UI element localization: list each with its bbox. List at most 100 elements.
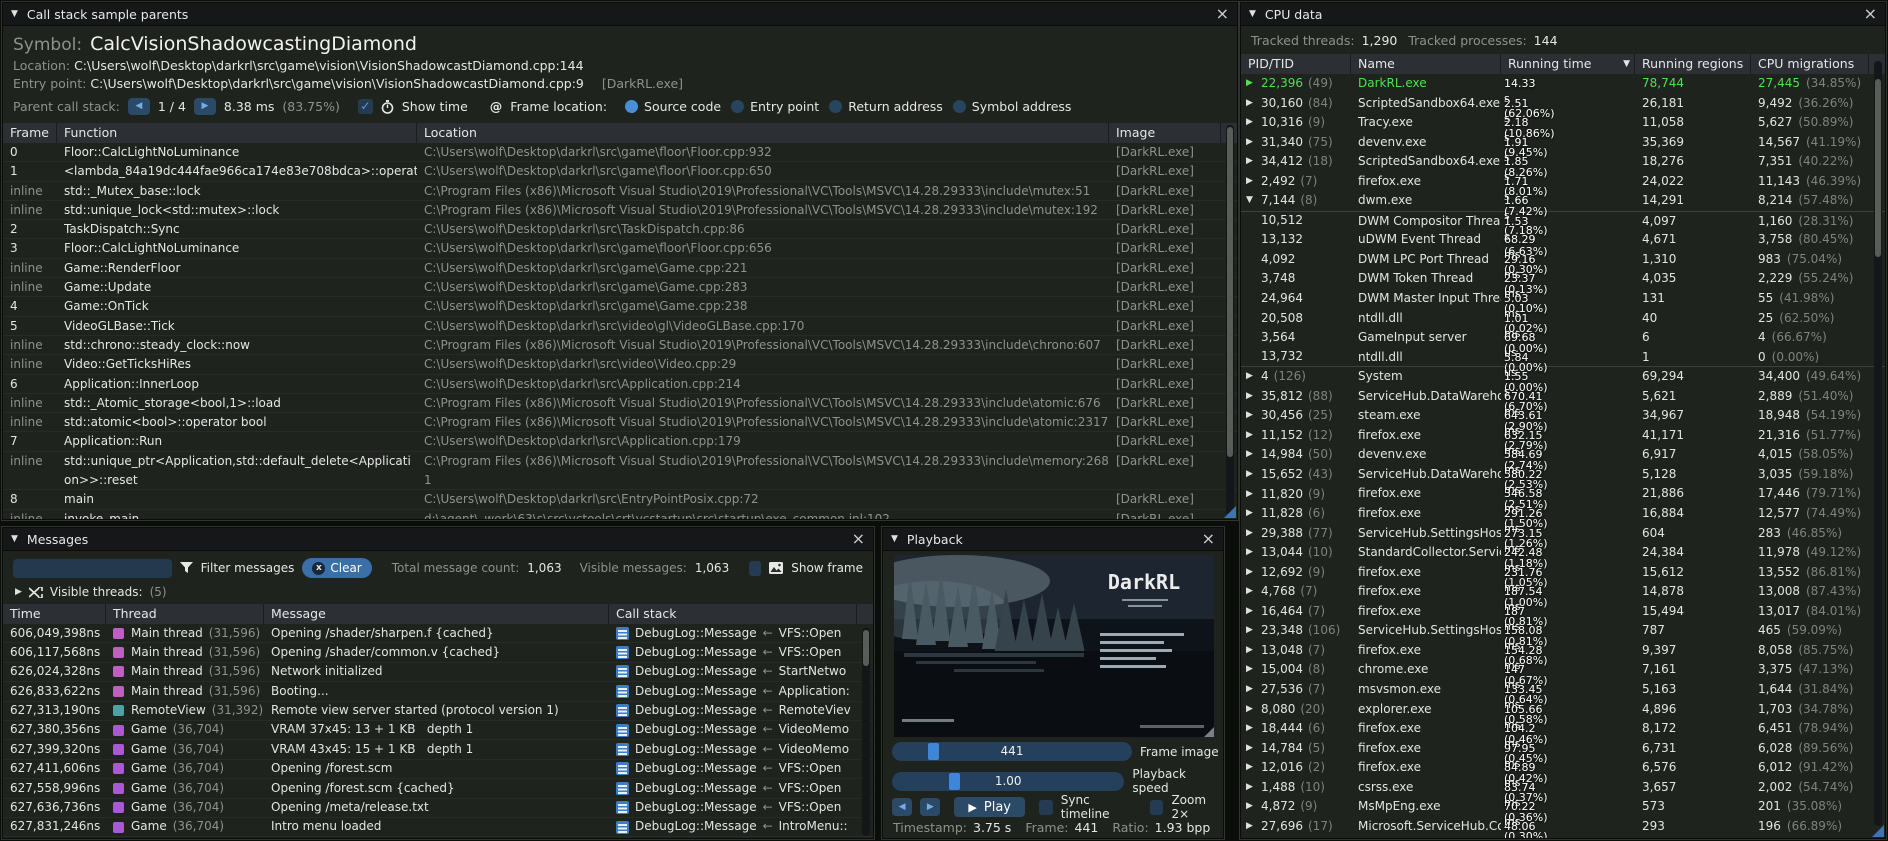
- function-name[interactable]: Application::Run: [57, 432, 417, 450]
- col-image[interactable]: Image: [1109, 123, 1221, 143]
- message-row[interactable]: 606,117,568ns Main thread (31,596) Openi…: [3, 643, 873, 662]
- radio-label[interactable]: Source code: [644, 99, 721, 114]
- cpu-process-row[interactable]: ▶ 11,828 (6) firefox.exe 291.26 ms (1.26…: [1241, 504, 1885, 524]
- source-location[interactable]: C:\Users\wolf\Desktop\darkrl\src\game\Ga…: [417, 259, 1109, 277]
- pid-cell[interactable]: ▶ 22,396 (49): [1241, 74, 1351, 94]
- callstack-table-row[interactable]: inline Video::GetTicksHiRes C:\Users\wol…: [3, 355, 1237, 374]
- callstack-table-row[interactable]: inline std::unique_ptr<Application,std::…: [3, 452, 1237, 491]
- function-name[interactable]: std::atomic<bool>::operator bool: [57, 413, 417, 431]
- expand-arrow-icon[interactable]: ▶: [1246, 133, 1261, 153]
- frame-location-radio[interactable]: Return address: [829, 99, 943, 114]
- entry-path[interactable]: C:\Users\wolf\Desktop\darkrl\src\game\vi…: [90, 76, 584, 91]
- callstack-table-row[interactable]: 0 Floor::CalcLightNoLuminance C:\Users\w…: [3, 143, 1237, 162]
- callstack-table-row[interactable]: 2 TaskDispatch::Sync C:\Users\wolf\Deskt…: [3, 220, 1237, 239]
- cpu-process-row[interactable]: ▶ 35,812 (88) ServiceHub.DataWarehou 670…: [1241, 387, 1885, 407]
- close-icon[interactable]: ×: [852, 531, 865, 547]
- source-location[interactable]: C:\Users\wolf\Desktop\darkrl\src\game\fl…: [417, 239, 1109, 257]
- pid-cell[interactable]: 4,092: [1241, 250, 1351, 270]
- pid-cell[interactable]: ▶ 2,492 (7): [1241, 172, 1351, 192]
- callstack-list-icon[interactable]: [616, 801, 629, 814]
- expand-arrow-icon[interactable]: ▶: [1246, 602, 1261, 622]
- col-message[interactable]: Message: [264, 604, 609, 624]
- pid-cell[interactable]: 3,748: [1241, 269, 1351, 289]
- callstack-list-icon[interactable]: [616, 685, 629, 698]
- function-name[interactable]: Game::RenderFloor: [57, 259, 417, 277]
- function-name[interactable]: <lambda_84a19dc444fae966ca174e83e708bdca…: [57, 162, 417, 180]
- callstack-cell[interactable]: DebugLog::Message ← StartNetwo: [609, 662, 857, 681]
- callstack-cell[interactable]: DebugLog::Message ← VFS::Open: [609, 643, 857, 662]
- callstack-cell[interactable]: DebugLog::Message ← VFS::Open: [609, 759, 857, 778]
- resize-grip[interactable]: [1872, 825, 1884, 837]
- source-location[interactable]: C:\Program Files (x86)\Microsoft Visual …: [417, 336, 1109, 354]
- source-location[interactable]: C:\Users\wolf\Desktop\darkrl\src\Applica…: [417, 375, 1109, 393]
- collapse-arrow-icon[interactable]: ▼: [891, 534, 898, 544]
- callstack-cell[interactable]: DebugLog::Message ← RemoteViev: [609, 701, 857, 720]
- function-name[interactable]: std::unique_lock<std::mutex>::lock: [57, 201, 417, 219]
- function-name[interactable]: std::_Atomic_storage<bool,1>::load: [57, 394, 417, 412]
- cpu-process-row[interactable]: ▶ 8,080 (20) explorer.exe 105.66 ms (0.4…: [1241, 700, 1885, 720]
- expand-arrow-icon[interactable]: ▶: [1246, 582, 1261, 602]
- close-icon[interactable]: ×: [1216, 6, 1229, 22]
- messages-titlebar[interactable]: ▼ Messages ×: [3, 528, 873, 551]
- callstack-cell[interactable]: DebugLog::Message ← VideoMemo: [609, 720, 857, 739]
- message-row[interactable]: 627,831,246ns Game (36,704) Intro menu l…: [3, 818, 873, 837]
- pid-cell[interactable]: ▶ 15,004 (8): [1241, 660, 1351, 680]
- show-frame-label[interactable]: Show frame: [791, 561, 863, 575]
- callstack-table-row[interactable]: inline std::chrono::steady_clock::now C:…: [3, 336, 1237, 355]
- source-location[interactable]: C:\Users\wolf\Desktop\darkrl\src\video\g…: [417, 317, 1109, 335]
- pid-cell[interactable]: ▶ 27,536 (7): [1241, 680, 1351, 700]
- cpu-process-row[interactable]: ▶ 12,692 (9) firefox.exe 231.76 ms (1.00…: [1241, 563, 1885, 583]
- expand-arrow-icon[interactable]: ▶: [1246, 719, 1261, 739]
- prev-callstack-button[interactable]: ◀: [128, 98, 150, 115]
- pid-cell[interactable]: 13,132: [1241, 230, 1351, 250]
- cpu-process-row[interactable]: ▶ 13,044 (10) StandardCollector.Servic 2…: [1241, 543, 1885, 563]
- pid-cell[interactable]: ▼ 7,144 (8): [1241, 191, 1351, 211]
- pid-cell[interactable]: ▶ 8,080 (20): [1241, 700, 1351, 720]
- step-back-button[interactable]: ◀: [892, 798, 912, 816]
- pid-cell[interactable]: ▶ 13,044 (10): [1241, 543, 1351, 563]
- collapse-arrow-icon[interactable]: ▼: [11, 9, 18, 19]
- cpu-titlebar[interactable]: ▼ CPU data ×: [1241, 3, 1885, 26]
- pid-cell[interactable]: ▶ 30,456 (25): [1241, 406, 1351, 426]
- callstack-table-row[interactable]: 3 Floor::CalcLightNoLuminance C:\Users\w…: [3, 239, 1237, 258]
- callstack-table-row[interactable]: 4 Game::OnTick C:\Users\wolf\Desktop\dar…: [3, 297, 1237, 316]
- pid-cell[interactable]: ▶ 34,412 (18): [1241, 152, 1351, 172]
- pid-cell[interactable]: ▶ 14,784 (5): [1241, 739, 1351, 759]
- callstack-table-row[interactable]: inline Game::Update C:\Users\wolf\Deskto…: [3, 278, 1237, 297]
- pid-cell[interactable]: ▶ 13,048 (7): [1241, 641, 1351, 661]
- callstack-list-icon[interactable]: [616, 821, 629, 834]
- pid-cell[interactable]: ▶ 27,696 (17): [1241, 817, 1351, 837]
- callstack-cell[interactable]: DebugLog::Message ← VFS::Open: [609, 779, 857, 798]
- col-frame[interactable]: Frame: [3, 123, 57, 143]
- col-name[interactable]: Name: [1351, 54, 1501, 74]
- expand-arrow-icon[interactable]: ▶: [1246, 524, 1261, 544]
- pid-cell[interactable]: ▶ 31,340 (75): [1241, 133, 1351, 153]
- cpu-process-row[interactable]: ▶ 11,152 (12) firefox.exe 632.15 ms (2.7…: [1241, 426, 1885, 446]
- expand-arrow-icon[interactable]: ▶: [1246, 641, 1261, 661]
- cpu-process-row[interactable]: ▶ 16,464 (7) firefox.exe 187 ms (0.81%) …: [1241, 602, 1885, 622]
- cpu-process-row[interactable]: ▶ 4,768 (7) firefox.exe 187.54 ms (0.81%…: [1241, 582, 1885, 602]
- callstack-table-row[interactable]: 5 VideoGLBase::Tick C:\Users\wolf\Deskto…: [3, 317, 1237, 336]
- source-location[interactable]: C:\Users\wolf\Desktop\darkrl\src\TaskDis…: [417, 220, 1109, 238]
- source-location[interactable]: C:\Program Files (x86)\Microsoft Visual …: [417, 182, 1109, 200]
- expand-arrow-icon[interactable]: ▶: [1246, 660, 1261, 680]
- callstack-table-row[interactable]: inline std::unique_lock<std::mutex>::loc…: [3, 201, 1237, 220]
- expand-arrow-icon[interactable]: ▶: [1246, 445, 1261, 465]
- function-name[interactable]: std::chrono::steady_clock::now: [57, 336, 417, 354]
- cpu-process-row[interactable]: ▶ 14,984 (50) devenv.exe 584.69 ms (2.53…: [1241, 445, 1885, 465]
- callstack-list-icon[interactable]: [616, 782, 629, 795]
- col-callstack[interactable]: Call stack: [609, 604, 857, 624]
- cpu-process-row[interactable]: ▶ 4 (126) System 1.55 s (6.70%) 69,294 3…: [1241, 367, 1885, 387]
- function-name[interactable]: Application::InnerLoop: [57, 375, 417, 393]
- pid-cell[interactable]: ▶ 4 (126): [1241, 367, 1351, 387]
- expand-arrow-icon[interactable]: ▶: [1246, 778, 1261, 798]
- callstack-table-row[interactable]: inline Game::RenderFloor C:\Users\wolf\D…: [3, 259, 1237, 278]
- col-function[interactable]: Function: [57, 123, 417, 143]
- pid-cell[interactable]: ▶ 29,388 (77): [1241, 524, 1351, 544]
- function-name[interactable]: std::_Mutex_base::lock: [57, 182, 417, 200]
- source-location[interactable]: C:\Program Files (x86)\Microsoft Visual …: [417, 201, 1109, 219]
- cpu-process-row[interactable]: ▶ 4,872 (9) MsMpEng.exe 70.22 ms (0.30%)…: [1241, 797, 1885, 817]
- pid-cell[interactable]: ▶ 23,348 (106): [1241, 621, 1351, 641]
- expand-arrow-icon[interactable]: ▶: [1246, 758, 1261, 778]
- cpu-process-row[interactable]: ▶ 22,396 (49) DarkRL.exe 14.33 s (62.06%…: [1241, 74, 1885, 94]
